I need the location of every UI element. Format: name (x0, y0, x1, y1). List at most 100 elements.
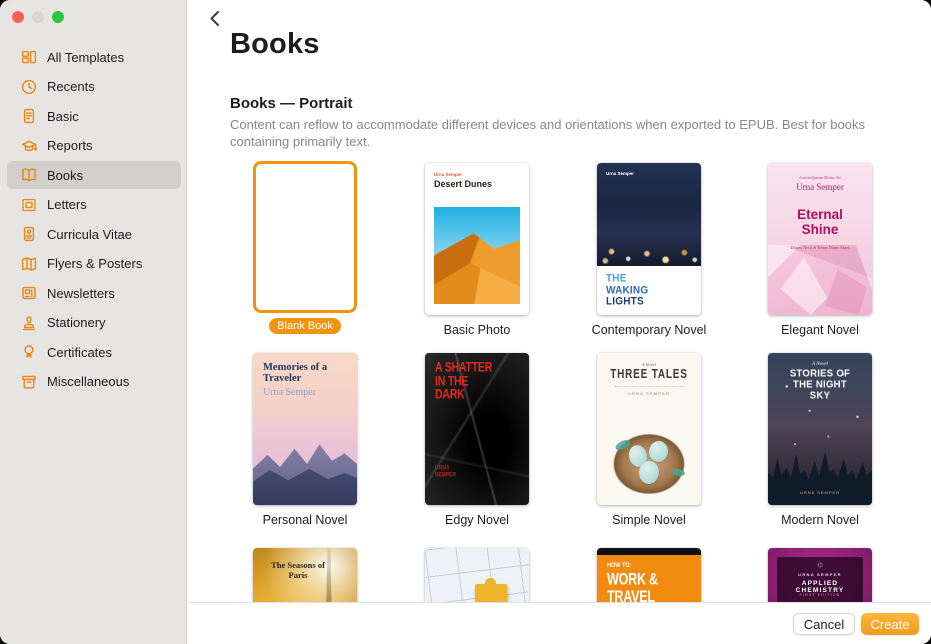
cover-edition: FIRST EDITION (799, 593, 841, 597)
zoom-window-button[interactable] (52, 11, 64, 23)
template-gallery: Books Books — Portrait Content can reflo… (188, 0, 931, 644)
back-button[interactable] (204, 8, 224, 28)
cover-title: APPLIED CHEMISTRY (795, 580, 845, 594)
basic-photo-cover[interactable]: Urna Semper Desert Dunes (425, 163, 529, 315)
sidebar: All Templates Recents Basic Reports Book… (0, 0, 187, 644)
cover-title: THREE TALES (610, 368, 688, 382)
template-basic-photo[interactable]: Urna Semper Desert Dunes Basic Photo (407, 163, 547, 337)
sidebar-item-curricula-vitae[interactable]: Curricula Vitae (7, 220, 181, 248)
template-label: Edgy Novel (445, 513, 509, 527)
cover-kicker: Lorem Ipsum Dolor Sit (799, 175, 841, 180)
all-templates-icon (21, 50, 37, 64)
section-title: Books — Portrait (230, 95, 353, 112)
desert-dunes-photo (434, 207, 520, 304)
cover-title: WORK & TRAVEL (607, 569, 658, 607)
elegant-novel-cover[interactable]: Lorem Ipsum Dolor Sit Urna Semper Eterna… (768, 163, 872, 315)
template-label: Simple Novel (612, 513, 686, 527)
sidebar-item-books[interactable]: Books (7, 161, 181, 189)
cover-subtitle: Donec Arcu et Risus Diam Amet (790, 245, 850, 250)
template-label: Elegant Novel (781, 323, 859, 337)
curricula-vitae-icon (23, 226, 35, 242)
blank-book-badge: Blank Book (269, 318, 341, 334)
modern-novel-cover[interactable]: A Novel STORIES OF THE NIGHT SKY URNA SE… (768, 353, 872, 505)
city-night-photo (597, 163, 701, 267)
sidebar-item-label: All Templates (47, 49, 125, 65)
cover-author: URNA SEMPER (627, 391, 671, 396)
personal-novel-cover[interactable]: Memories of a Traveler Urna Semper (253, 353, 357, 505)
sidebar-item-reports[interactable]: Reports (7, 132, 181, 160)
sidebar-item-flyers-posters[interactable]: Flyers & Posters (7, 250, 181, 278)
cover-title: Eternal Shine (797, 207, 843, 237)
template-label: Basic Photo (443, 323, 511, 337)
newsletters-icon (22, 286, 36, 300)
molecule-icon: ⌬ (817, 563, 823, 569)
simple-novel-cover[interactable]: A Novel THREE TALES URNA SEMPER (597, 353, 701, 505)
sidebar-item-label: Certificates (47, 344, 113, 360)
blank-book-cover[interactable] (253, 161, 357, 313)
cover-title: STORIES OF THE NIGHT SKY (789, 367, 851, 402)
cover-kicker: A Novel (812, 362, 828, 367)
template-edgy-novel[interactable]: A SHATTER IN THE DARK URNA SEMPER Edgy N… (407, 353, 547, 527)
template-modern-novel[interactable]: A Novel STORIES OF THE NIGHT SKY URNA SE… (750, 353, 890, 527)
footer-bar: Cancel Create (188, 602, 931, 644)
template-elegant-novel[interactable]: Lorem Ipsum Dolor Sit Urna Semper Eterna… (750, 163, 890, 337)
template-blank-book[interactable]: Blank Book (235, 161, 375, 334)
sidebar-item-letters[interactable]: Letters (7, 191, 181, 219)
miscellaneous-icon (22, 375, 36, 388)
sidebar-item-basic[interactable]: Basic (7, 102, 181, 130)
create-button[interactable]: Create (861, 613, 919, 635)
section-description: Content can reflow to accommodate differ… (230, 117, 865, 149)
sidebar-item-label: Reports (47, 138, 93, 153)
cover-author: Urna Semper (606, 171, 635, 176)
sidebar-item-label: Recents (47, 79, 95, 94)
sidebar-item-stationery[interactable]: Stationery (7, 309, 181, 337)
sidebar-item-all-templates[interactable]: All Templates (7, 43, 181, 71)
cover-title: THE WAKING LIGHTS (606, 272, 649, 308)
cover-author: URNA SEMPER (799, 490, 841, 495)
cover-title: The Seasons of Paris (271, 560, 325, 580)
sidebar-item-recents[interactable]: Recents (7, 73, 181, 101)
cover-title: A SHATTER IN THE DARK (435, 359, 493, 403)
template-chooser-window: All Templates Recents Basic Reports Book… (0, 0, 931, 644)
sidebar-item-label: Curricula Vitae (47, 226, 133, 242)
template-simple-novel[interactable]: A Novel THREE TALES URNA SEMPER Simple N… (579, 353, 719, 527)
template-contemporary-novel[interactable]: Urna Semper THE WAKING LIGHTS Contempora… (579, 163, 719, 337)
cover-title: Desert Dunes (434, 179, 493, 189)
cover-author: Urna Semper (434, 172, 463, 177)
cover-kicker: A Novel (641, 362, 657, 367)
template-label: Contemporary Novel (591, 323, 707, 337)
certificates-icon (24, 345, 34, 358)
cancel-button[interactable]: Cancel (793, 613, 855, 635)
yellow-puzzle-piece (475, 578, 507, 604)
chevron-left-icon (210, 10, 219, 26)
page-title: Books (230, 28, 320, 60)
template-category-list: All Templates Recents Basic Reports Book… (7, 43, 181, 397)
template-label: Modern Novel (781, 513, 859, 527)
template-label: Personal Novel (262, 513, 348, 527)
sidebar-item-miscellaneous[interactable]: Miscellaneous (7, 368, 181, 396)
cover-author: Urna Semper (796, 182, 844, 192)
cover-kicker: HOW TO: (607, 562, 632, 570)
books-icon (22, 168, 36, 182)
sidebar-item-label: Newsletters (47, 285, 115, 301)
sidebar-item-label: Letters (47, 197, 87, 212)
window-controls (12, 11, 64, 23)
minimize-window-button[interactable] (32, 11, 44, 23)
basic-icon (23, 108, 35, 124)
sidebar-item-label: Miscellaneous (47, 374, 130, 389)
reports-icon (21, 140, 37, 151)
cover-author: URNA SEMPER (798, 572, 842, 577)
letters-icon (22, 198, 36, 211)
stationery-icon (22, 315, 36, 330)
sidebar-item-certificates[interactable]: Certificates (7, 338, 181, 366)
contemporary-novel-cover[interactable]: Urna Semper THE WAKING LIGHTS (597, 163, 701, 315)
cover-author: Urna Semper (263, 387, 317, 398)
close-window-button[interactable] (12, 11, 24, 23)
sidebar-item-newsletters[interactable]: Newsletters (7, 279, 181, 307)
sidebar-item-label: Flyers & Posters (47, 256, 143, 271)
sidebar-item-label: Books (47, 167, 84, 183)
template-personal-novel[interactable]: Memories of a Traveler Urna Semper Perso… (235, 353, 375, 527)
edgy-novel-cover[interactable]: A SHATTER IN THE DARK URNA SEMPER (425, 353, 529, 505)
sidebar-item-label: Stationery (47, 315, 106, 330)
flyers-posters-icon (21, 256, 37, 271)
